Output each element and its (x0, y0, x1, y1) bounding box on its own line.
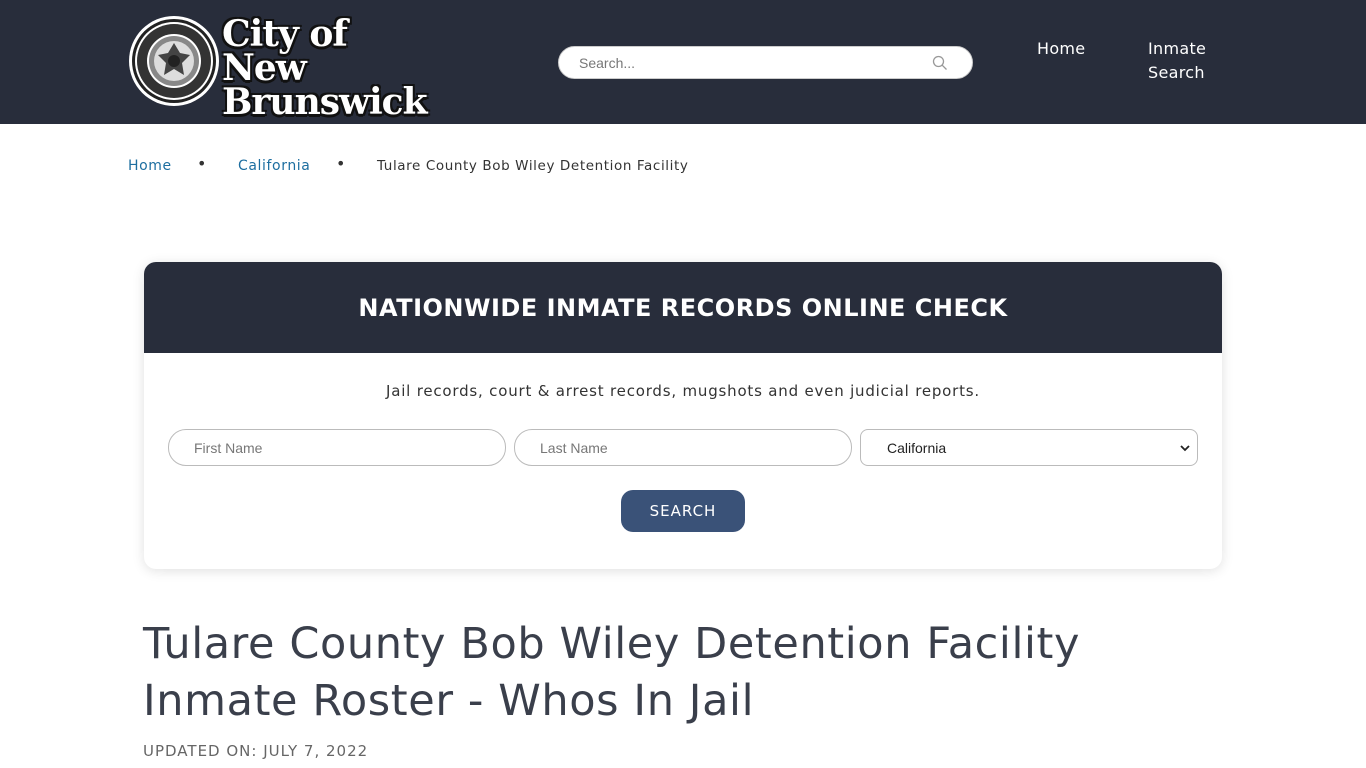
nav-home[interactable]: Home (1037, 37, 1085, 61)
breadcrumb-current: Tulare County Bob Wiley Detention Facili… (377, 158, 689, 174)
state-select[interactable]: California (861, 430, 1197, 465)
logo-line-1: City of (222, 13, 348, 55)
breadcrumb-separator: • (336, 154, 347, 173)
first-name-input[interactable] (169, 430, 505, 465)
site-header: City of New Brunswick Home Inmate Search (0, 0, 1366, 124)
breadcrumb-california[interactable]: California (238, 158, 310, 174)
first-name-field-wrap (168, 429, 506, 466)
search-icon[interactable] (932, 55, 948, 71)
site-search (558, 46, 973, 79)
card-title: NATIONWIDE INMATE RECORDS ONLINE CHECK (358, 293, 1008, 322)
site-logo[interactable]: City of New Brunswick (128, 15, 498, 120)
breadcrumb-separator: • (197, 154, 208, 173)
inmate-search-card: NATIONWIDE INMATE RECORDS ONLINE CHECK J… (144, 262, 1222, 569)
card-subtitle: Jail records, court & arrest records, mu… (386, 382, 980, 400)
page-title: Tulare County Bob Wiley Detention Facili… (143, 619, 1081, 726)
breadcrumb-home[interactable]: Home (128, 158, 172, 174)
logo-text: City of New Brunswick (222, 13, 498, 123)
logo-line-2: New Brunswick (222, 47, 428, 123)
search-button[interactable]: SEARCH (621, 490, 745, 532)
updated-date: UPDATED ON: JULY 7, 2022 (143, 742, 369, 760)
last-name-input[interactable] (515, 430, 851, 465)
card-header: NATIONWIDE INMATE RECORDS ONLINE CHECK (144, 262, 1222, 353)
site-search-input[interactable] (579, 47, 919, 78)
last-name-field-wrap (514, 429, 852, 466)
city-seal-icon (129, 16, 219, 106)
nav-inmate-search[interactable]: Inmate Search (1148, 37, 1228, 85)
state-select-wrap: California (860, 429, 1198, 466)
